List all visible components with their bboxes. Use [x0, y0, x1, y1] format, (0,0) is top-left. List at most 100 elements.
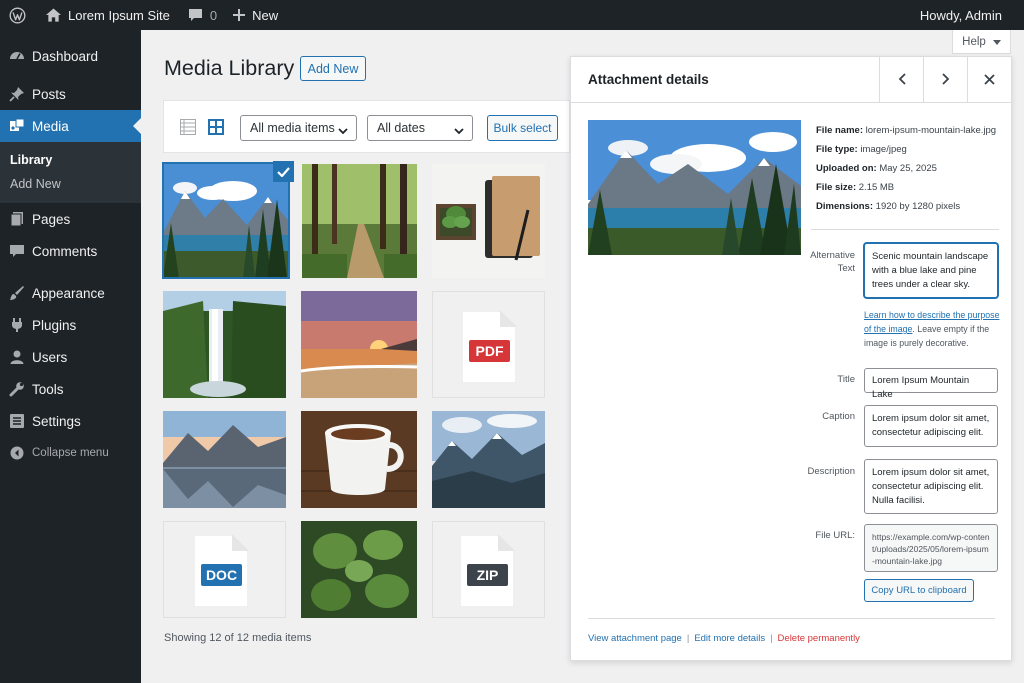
- chevron-right-icon: [941, 72, 950, 88]
- file-name-row: File name: lorem-ipsum-mountain-lake.jpg: [816, 121, 996, 140]
- menu-label: Settings: [32, 413, 81, 429]
- copy-url-button[interactable]: Copy URL to clipboard: [864, 579, 974, 602]
- previous-button[interactable]: [879, 57, 923, 103]
- media-item-waterfall[interactable]: [163, 291, 286, 398]
- menu-item-pages[interactable]: Pages: [0, 203, 141, 235]
- dimensions-row: Dimensions: 1920 by 1280 pixels: [816, 197, 996, 216]
- menu-item-users[interactable]: Users: [0, 341, 141, 373]
- new-content-link[interactable]: New: [225, 0, 286, 30]
- dimensions-label: Dimensions:: [816, 201, 874, 212]
- title-field[interactable]: Lorem Ipsum Mountain Lake: [864, 368, 998, 400]
- media-item-zip[interactable]: ZIP: [432, 521, 545, 618]
- submenu-library[interactable]: Library: [0, 148, 141, 172]
- selected-checkmark-icon[interactable]: [273, 161, 294, 182]
- uploaded-row: Uploaded on: May 25, 2025: [816, 159, 996, 178]
- media-item-mountain-lake[interactable]: [162, 162, 290, 279]
- menu-label: Media: [32, 118, 69, 134]
- menu-item-media[interactable]: Media: [0, 110, 141, 142]
- menu-label: Dashboard: [32, 48, 99, 64]
- file-name-label: File name:: [816, 125, 863, 136]
- separator: |: [686, 633, 690, 644]
- file-url-field[interactable]: https://example.com/wp-content/uploads/2…: [864, 524, 998, 572]
- media-icon: [8, 117, 26, 135]
- panel-title: Attachment details: [588, 72, 709, 87]
- menu-item-settings[interactable]: Settings: [0, 405, 141, 437]
- menu-item-posts[interactable]: Posts: [0, 78, 141, 110]
- description-field[interactable]: Lorem ipsum dolor sit amet, consectetur …: [864, 459, 998, 514]
- user-icon: [8, 348, 26, 366]
- media-item-pdf[interactable]: PDF: [432, 291, 545, 398]
- dashboard-icon: [8, 47, 26, 65]
- delete-permanently-link[interactable]: Delete permanently: [778, 633, 860, 644]
- chevron-down-icon: [338, 124, 348, 138]
- media-item-doc[interactable]: DOC: [163, 521, 286, 618]
- media-type-filter[interactable]: All media items: [240, 115, 357, 141]
- wordpress-logo-icon[interactable]: [0, 0, 34, 30]
- media-item-mountain-reflection[interactable]: [163, 411, 286, 508]
- caption-field[interactable]: Lorem ipsum dolor sit amet, consectetur …: [864, 405, 998, 447]
- panel-header: Attachment details: [571, 57, 1011, 103]
- admin-sidebar: Dashboard Posts Media Library Add New Pa…: [0, 30, 141, 683]
- media-count-text: Showing 12 of 12 media items: [164, 632, 312, 644]
- zip-label: ZIP: [467, 564, 508, 586]
- account-menu[interactable]: Howdy, Admin: [912, 0, 1024, 30]
- menu-item-plugins[interactable]: Plugins: [0, 309, 141, 341]
- site-name: Lorem Ipsum Site: [68, 7, 170, 23]
- doc-label: DOC: [201, 564, 242, 586]
- bulk-select-button[interactable]: Bulk select: [487, 115, 558, 141]
- media-item-beach-sunset[interactable]: [301, 291, 417, 398]
- pin-icon: [8, 85, 26, 103]
- add-new-button[interactable]: Add New: [300, 56, 366, 81]
- collapse-arrow-icon: [8, 444, 26, 462]
- list-view-icon[interactable]: [180, 119, 196, 138]
- menu-item-dashboard[interactable]: Dashboard: [0, 40, 141, 72]
- menu-item-tools[interactable]: Tools: [0, 373, 141, 405]
- comments-link[interactable]: 0: [178, 0, 225, 30]
- menu-item-appearance[interactable]: Appearance: [0, 277, 141, 309]
- site-name-link[interactable]: Lorem Ipsum Site: [34, 0, 178, 30]
- close-icon: [984, 73, 995, 88]
- media-item-green-leaves[interactable]: [301, 521, 417, 618]
- title-label: Title: [837, 374, 855, 385]
- media-item-forest-path[interactable]: [302, 164, 417, 278]
- grid-view-icon[interactable]: [208, 119, 224, 138]
- view-attachment-page-link[interactable]: View attachment page: [588, 633, 682, 644]
- metadata-divider: [811, 229, 999, 230]
- comment-bubble-icon: [188, 8, 203, 22]
- menu-label: Posts: [32, 86, 66, 102]
- pages-icon: [8, 210, 26, 228]
- menu-label: Pages: [32, 211, 71, 227]
- media-item-coffee-cup[interactable]: [301, 411, 417, 508]
- uploaded-value: May 25, 2025: [879, 163, 937, 174]
- media-submenu: Library Add New: [0, 142, 141, 203]
- home-icon: [46, 8, 61, 22]
- dimensions-value: 1920 by 1280 pixels: [875, 201, 961, 212]
- collapse-label: Collapse menu: [32, 447, 109, 459]
- help-label: Help: [962, 35, 986, 48]
- plus-icon: [233, 9, 246, 21]
- media-item-desk-plant[interactable]: [432, 164, 545, 278]
- submenu-add-new[interactable]: Add New: [0, 172, 141, 196]
- chevron-down-icon: [454, 124, 464, 138]
- alt-text-field[interactable]: Scenic mountain landscape with a blue la…: [864, 243, 998, 298]
- edit-more-details-link[interactable]: Edit more details: [694, 633, 765, 644]
- collapse-menu-button[interactable]: Collapse menu: [0, 437, 141, 469]
- file-type-value: image/jpeg: [860, 144, 907, 155]
- menu-item-comments[interactable]: Comments: [0, 235, 141, 267]
- next-button[interactable]: [923, 57, 967, 103]
- alt-text-help: Learn how to describe the purpose of the…: [864, 308, 1004, 350]
- attachment-actions: View attachment page | Edit more details | D…: [588, 633, 860, 644]
- help-tab-button[interactable]: Help: [952, 30, 1011, 54]
- menu-label: Plugins: [32, 317, 77, 333]
- uploaded-label: Uploaded on:: [816, 163, 877, 174]
- panel-footer-divider: [588, 618, 995, 619]
- settings-icon: [8, 412, 26, 430]
- media-item-mountain-range[interactable]: [432, 411, 545, 508]
- date-filter[interactable]: All dates: [367, 115, 473, 141]
- date-filter-value: All dates: [377, 121, 425, 135]
- separator: |: [770, 633, 773, 644]
- file-type-row: File type: image/jpeg: [816, 140, 996, 159]
- close-button[interactable]: [967, 57, 1011, 103]
- comments-count: 0: [209, 7, 218, 23]
- page-title: Media Library: [164, 56, 295, 80]
